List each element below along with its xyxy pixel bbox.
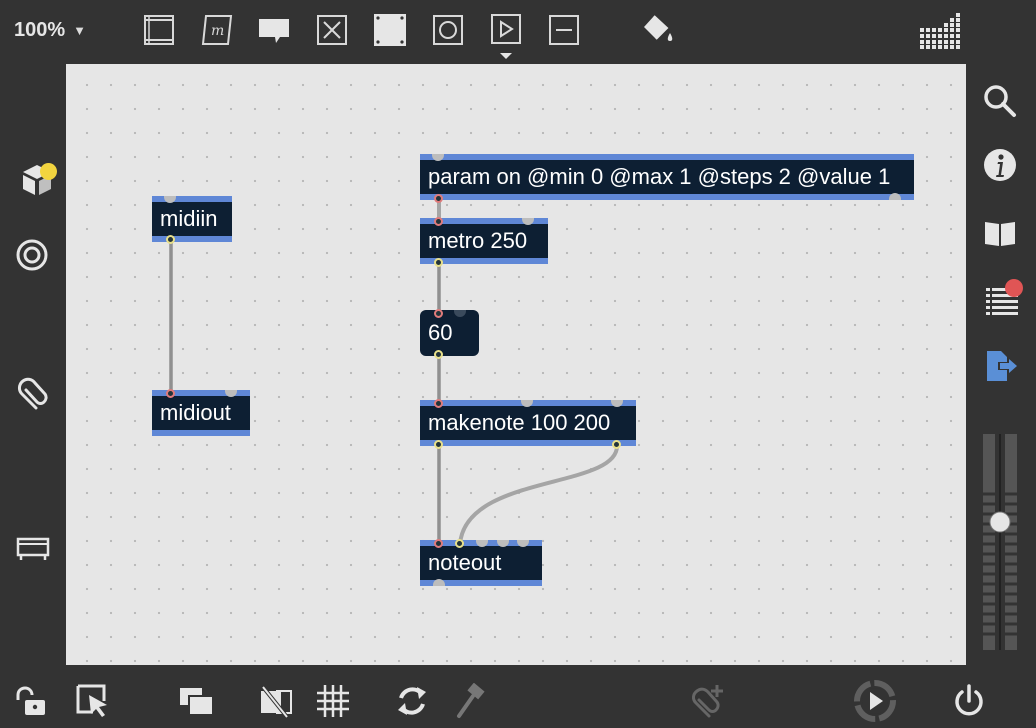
- bang-area-icon[interactable]: [373, 13, 407, 47]
- paperclip-icon[interactable]: [14, 374, 50, 414]
- chevron-down-icon: ▼: [73, 22, 87, 38]
- patcher-canvas[interactable]: param on @min 0 @max 1 @steps 2 @value 1…: [66, 64, 966, 665]
- add-attachment-icon[interactable]: [688, 682, 728, 720]
- cord-endpoint: [166, 235, 175, 244]
- output-level-slider[interactable]: [981, 434, 1019, 650]
- object-label: midiin: [160, 206, 218, 231]
- notification-badge: [40, 163, 57, 180]
- cord-endpoint: [166, 389, 175, 398]
- grid-icon[interactable]: [314, 683, 352, 719]
- outlet[interactable]: [433, 579, 445, 586]
- paint-bucket-icon[interactable]: [640, 13, 676, 47]
- presentation-icon[interactable]: [142, 13, 176, 47]
- lock-icon[interactable]: [12, 684, 50, 718]
- search-icon[interactable]: [980, 82, 1020, 120]
- param-object[interactable]: param on @min 0 @max 1 @steps 2 @value 1: [420, 154, 914, 200]
- zoom-dropdown[interactable]: 100% ▼: [14, 17, 86, 43]
- comment-icon[interactable]: m: [200, 13, 234, 47]
- refresh-icon[interactable]: [392, 682, 432, 720]
- cord-endpoint: [434, 258, 443, 267]
- object-label: midiout: [160, 400, 231, 425]
- hide-icon[interactable]: [256, 683, 296, 719]
- svg-text:m: m: [211, 23, 224, 39]
- cord-endpoint: [434, 350, 443, 359]
- zoom-level: 100%: [14, 18, 66, 41]
- outlet[interactable]: [889, 193, 901, 200]
- target-icon[interactable]: [14, 237, 50, 273]
- cord-endpoint: [455, 539, 464, 548]
- number-box[interactable]: 60: [420, 310, 479, 356]
- cord-endpoint: [434, 399, 443, 408]
- cord-endpoint: [612, 440, 621, 449]
- layers-icon[interactable]: [176, 684, 216, 718]
- hammer-icon[interactable]: [452, 683, 488, 719]
- cord-endpoint: [434, 194, 443, 203]
- slider-icon[interactable]: [547, 13, 581, 47]
- cord-endpoint: [434, 309, 443, 318]
- button-icon[interactable]: [431, 13, 465, 47]
- power-icon[interactable]: [950, 682, 988, 720]
- cord-endpoint: [434, 539, 443, 548]
- keyboard-grid-icon[interactable]: [918, 11, 962, 51]
- export-icon[interactable]: [980, 346, 1020, 386]
- object-label: param on @min 0 @max 1 @steps 2 @value 1: [428, 164, 891, 189]
- midiin-object[interactable]: midiin: [152, 196, 232, 242]
- notification-badge: [1005, 279, 1023, 297]
- edit-select-icon[interactable]: [74, 683, 112, 719]
- reference-icon[interactable]: [980, 214, 1020, 252]
- play-icon[interactable]: [850, 677, 900, 725]
- device-view-icon[interactable]: [14, 533, 52, 563]
- number-value: 60: [428, 320, 453, 345]
- message-icon[interactable]: [256, 14, 292, 46]
- package-icon[interactable]: [14, 160, 60, 200]
- cord-endpoint: [434, 440, 443, 449]
- console-icon[interactable]: [980, 279, 1024, 319]
- info-icon[interactable]: [980, 145, 1020, 185]
- toggle-icon[interactable]: [315, 13, 349, 47]
- object-label: noteout: [428, 550, 502, 575]
- object-label: makenote 100 200: [428, 410, 611, 435]
- playbar-icon[interactable]: [489, 13, 523, 61]
- object-label: metro 250: [428, 228, 528, 253]
- cord-endpoint: [434, 217, 443, 226]
